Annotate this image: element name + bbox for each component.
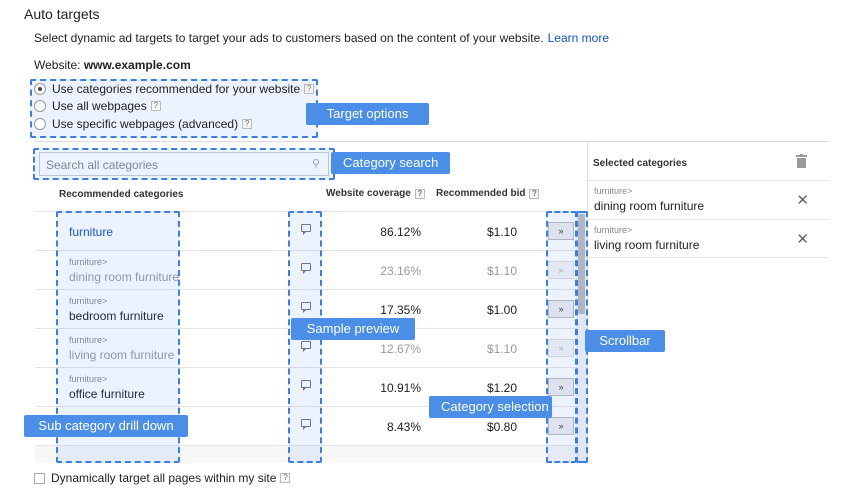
learn-more-link[interactable]: Learn more xyxy=(548,31,609,45)
remove-icon[interactable]: ✕ xyxy=(796,191,809,209)
coverage-value: 8.43% xyxy=(386,420,421,434)
target-option-label: Use all webpages xyxy=(52,99,147,113)
coverage-value: 10.91% xyxy=(380,381,421,395)
radio-icon[interactable] xyxy=(34,118,46,130)
category-search-highlight xyxy=(33,148,335,180)
target-option-all-webpages[interactable]: Use all webpages ? xyxy=(34,99,161,113)
selected-category-name: dining room furniture xyxy=(594,199,705,213)
coverage-value: 23.16% xyxy=(380,264,421,278)
bid-value: $1.10 xyxy=(486,264,517,278)
header-coverage-label: Website coverage xyxy=(326,188,411,199)
target-option-label: Use specific webpages (advanced) xyxy=(52,117,239,131)
page-description: Select dynamic ad targets to target your… xyxy=(34,31,609,45)
selected-category-item: furniture> dining room furniture ✕ xyxy=(588,180,829,219)
help-icon[interactable]: ? xyxy=(304,84,315,94)
category-selection-highlight xyxy=(546,211,577,463)
help-icon[interactable]: ? xyxy=(529,189,540,199)
dynamic-target-all-pages[interactable]: Dynamically target all pages within my s… xyxy=(34,471,291,485)
callout-category-search: Category search xyxy=(331,152,451,174)
help-icon[interactable]: ? xyxy=(242,119,253,129)
callout-sub-category: Sub category drill down xyxy=(24,415,188,437)
selected-category-name: living room furniture xyxy=(594,238,700,252)
coverage-value: 86.12% xyxy=(380,225,421,239)
help-icon[interactable]: ? xyxy=(150,101,161,111)
help-icon[interactable]: ? xyxy=(280,473,291,483)
radio-icon[interactable] xyxy=(34,100,46,112)
bid-value: $1.10 xyxy=(486,342,517,356)
remove-icon[interactable]: ✕ xyxy=(796,230,809,248)
selected-category-parent: furniture> xyxy=(594,225,633,235)
trash-icon[interactable] xyxy=(796,154,807,168)
bid-value: $1.00 xyxy=(486,303,517,317)
description-text: Select dynamic ad targets to target your… xyxy=(34,31,544,45)
radio-selected-icon[interactable] xyxy=(34,83,46,95)
callout-scrollbar: Scrollbar xyxy=(585,330,665,352)
bid-value: $0.80 xyxy=(486,420,517,434)
header-selected-categories: Selected categories xyxy=(593,158,687,169)
coverage-value: 17.35% xyxy=(380,303,421,317)
help-icon[interactable]: ? xyxy=(414,189,425,199)
header-recommended-categories: Recommended categories xyxy=(59,189,184,200)
coverage-value: 12.67% xyxy=(380,342,421,356)
website-value: www.example.com xyxy=(83,58,191,72)
target-option-specific-webpages[interactable]: Use specific webpages (advanced) ? xyxy=(34,117,253,131)
bid-value: $1.20 xyxy=(486,381,517,395)
header-website-coverage: Website coverage? xyxy=(326,188,425,199)
checkbox-icon[interactable] xyxy=(34,472,45,484)
bid-value: $1.10 xyxy=(486,225,517,239)
target-option-recommended[interactable]: Use categories recommended for your webs… xyxy=(34,82,315,96)
target-option-label: Use categories recommended for your webs… xyxy=(52,82,301,96)
callout-sample-preview: Sample preview xyxy=(291,318,415,340)
website-label: Website: xyxy=(34,58,81,72)
page-title: Auto targets xyxy=(24,6,100,22)
selected-category-item: furniture> living room furniture ✕ xyxy=(588,219,829,258)
header-bid-label: Recommended bid xyxy=(436,188,526,199)
selected-category-parent: furniture> xyxy=(594,186,633,196)
callout-category-selection: Category selection xyxy=(429,396,552,418)
header-recommended-bid: Recommended bid? xyxy=(436,188,540,199)
callout-target-options: Target options xyxy=(306,103,429,125)
website-line: Website: www.example.com xyxy=(34,58,191,72)
checkbox-label: Dynamically target all pages within my s… xyxy=(51,471,277,485)
